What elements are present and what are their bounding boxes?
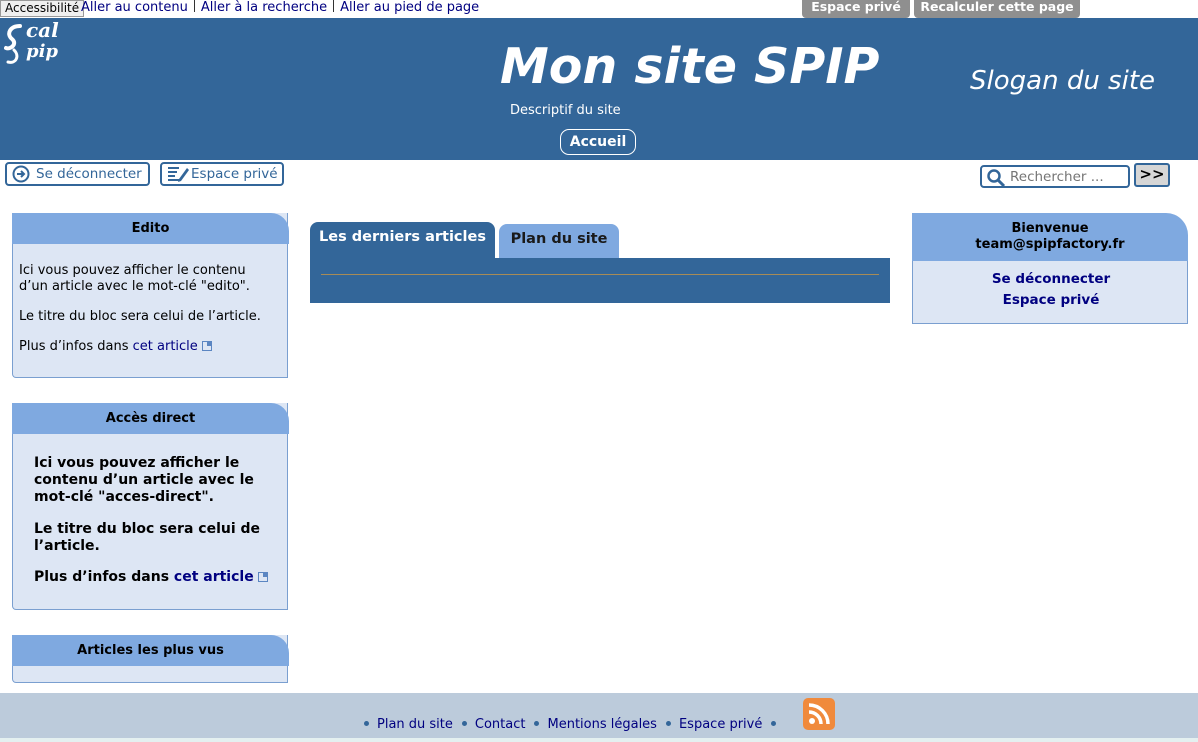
acces-direct-text: Ici vous pouvez afficher le contenu d’un… <box>34 455 268 586</box>
skip-to-search-link[interactable]: Aller à la recherche <box>201 0 327 15</box>
admin-private-space-button[interactable]: Espace privé <box>802 0 910 18</box>
site-description: Descriptif du site <box>510 103 621 118</box>
site-header: cal pip Mon site SPIP Slogan du site Des… <box>0 18 1198 160</box>
welcome-logout-link[interactable]: Se déconnecter <box>913 271 1189 287</box>
acces-direct-more: Plus d’infos dans cet article <box>34 569 268 586</box>
nav-home-button[interactable]: Accueil <box>560 129 636 155</box>
popular-articles-box: Articles les plus vus <box>12 635 289 683</box>
welcome-private-link[interactable]: Espace privé <box>913 292 1189 308</box>
skip-to-content-link[interactable]: Aller au contenu <box>81 0 188 15</box>
logo-text-bottom: pip <box>26 41 59 62</box>
search-icon <box>986 169 1006 191</box>
user-email: team@spipfactory.fr <box>975 237 1125 252</box>
bullet <box>534 721 540 726</box>
footer-link-legal[interactable]: Mentions légales <box>547 717 656 732</box>
skip-links: Aller au contenu Aller à la recherche Alle… <box>81 0 479 15</box>
acces-direct-title: Accès direct <box>12 403 289 434</box>
footer-link-private[interactable]: Espace privé <box>679 717 762 732</box>
search-submit-button[interactable]: >> <box>1134 163 1170 187</box>
acces-direct-more-prefix: Plus d’infos dans <box>34 569 174 585</box>
footer-nav: Plan du site Contact Mentions légales Espac… <box>364 717 784 732</box>
skip-to-footer-link[interactable]: Aller au pied de page <box>340 0 479 15</box>
acces-direct-article-link[interactable]: cet article <box>174 569 254 585</box>
popular-articles-title: Articles les plus vus <box>12 635 289 666</box>
external-link-icon <box>257 572 268 582</box>
edito-article-link[interactable]: cet article <box>133 339 198 354</box>
search-field[interactable] <box>980 165 1130 188</box>
acces-direct-line: contenu d’un article avec le <box>34 472 254 488</box>
rss-icon[interactable] <box>803 698 835 730</box>
bullet <box>461 721 467 726</box>
welcome-label: Bienvenue <box>1011 221 1089 236</box>
welcome-box: Se déconnecter Espace privé <box>912 261 1188 324</box>
separator <box>193 0 195 12</box>
tab-panel <box>310 258 890 303</box>
external-link-icon <box>201 341 212 351</box>
site-logo[interactable]: cal pip <box>4 18 66 66</box>
admin-recalculate-button[interactable]: Recalculer cette page <box>914 0 1080 18</box>
divider <box>321 274 879 275</box>
bullet <box>665 721 671 726</box>
logout-icon <box>12 165 30 189</box>
logout-button[interactable]: Se déconnecter <box>5 162 150 186</box>
separator <box>333 0 335 12</box>
acces-direct-line: l’article. <box>34 538 100 554</box>
logo-text-top: cal <box>26 18 59 42</box>
private-space-button[interactable]: Espace privé <box>160 162 284 186</box>
acces-direct-line: mot-clé "acces-direct". <box>34 489 214 505</box>
logout-label: Se déconnecter <box>36 166 142 182</box>
edito-text: Ici vous pouvez afficher le contenu d’un… <box>19 263 261 355</box>
tab-site-map[interactable]: Plan du site <box>499 224 619 258</box>
edito-title: Edito <box>12 213 289 244</box>
site-title[interactable]: Mon site SPIP <box>500 38 879 95</box>
private-space-label: Espace privé <box>191 166 278 182</box>
edito-more-prefix: Plus d’infos dans <box>19 339 133 354</box>
edit-icon <box>167 165 189 189</box>
edito-box: Edito Ici vous pouvez afficher le conten… <box>12 213 289 378</box>
site-slogan: Slogan du site <box>970 66 1156 96</box>
accessibility-button[interactable]: Accessibilité <box>0 0 85 17</box>
acces-direct-box: Accès direct Ici vous pouvez afficher le… <box>12 403 289 610</box>
bullet <box>364 721 369 726</box>
accessibility-bar: Accessibilité Aller au contenu Aller à la… <box>0 0 1198 18</box>
footer-bottom-strip <box>0 738 1198 742</box>
tab-latest-articles[interactable]: Les derniers articles <box>310 222 495 258</box>
footer-link-sitemap[interactable]: Plan du site <box>377 717 453 732</box>
edito-line: d’un article avec le mot-clé "edito". <box>19 279 250 294</box>
edito-line: Ici vous pouvez afficher le contenu <box>19 263 246 278</box>
acces-direct-line: Le titre du bloc sera celui de <box>34 521 261 537</box>
search-input[interactable] <box>1010 168 1128 186</box>
edito-line: Le titre du bloc sera celui de l’article… <box>19 309 261 324</box>
edito-more: Plus d’infos dans cet article <box>19 339 261 355</box>
welcome-box-title: Bienvenue team@spipfactory.fr <box>912 213 1188 263</box>
acces-direct-line: Ici vous pouvez afficher le <box>34 455 240 471</box>
bullet <box>771 721 777 726</box>
footer-link-contact[interactable]: Contact <box>475 717 526 732</box>
site-footer: Plan du site Contact Mentions légales Espac… <box>0 693 1198 742</box>
